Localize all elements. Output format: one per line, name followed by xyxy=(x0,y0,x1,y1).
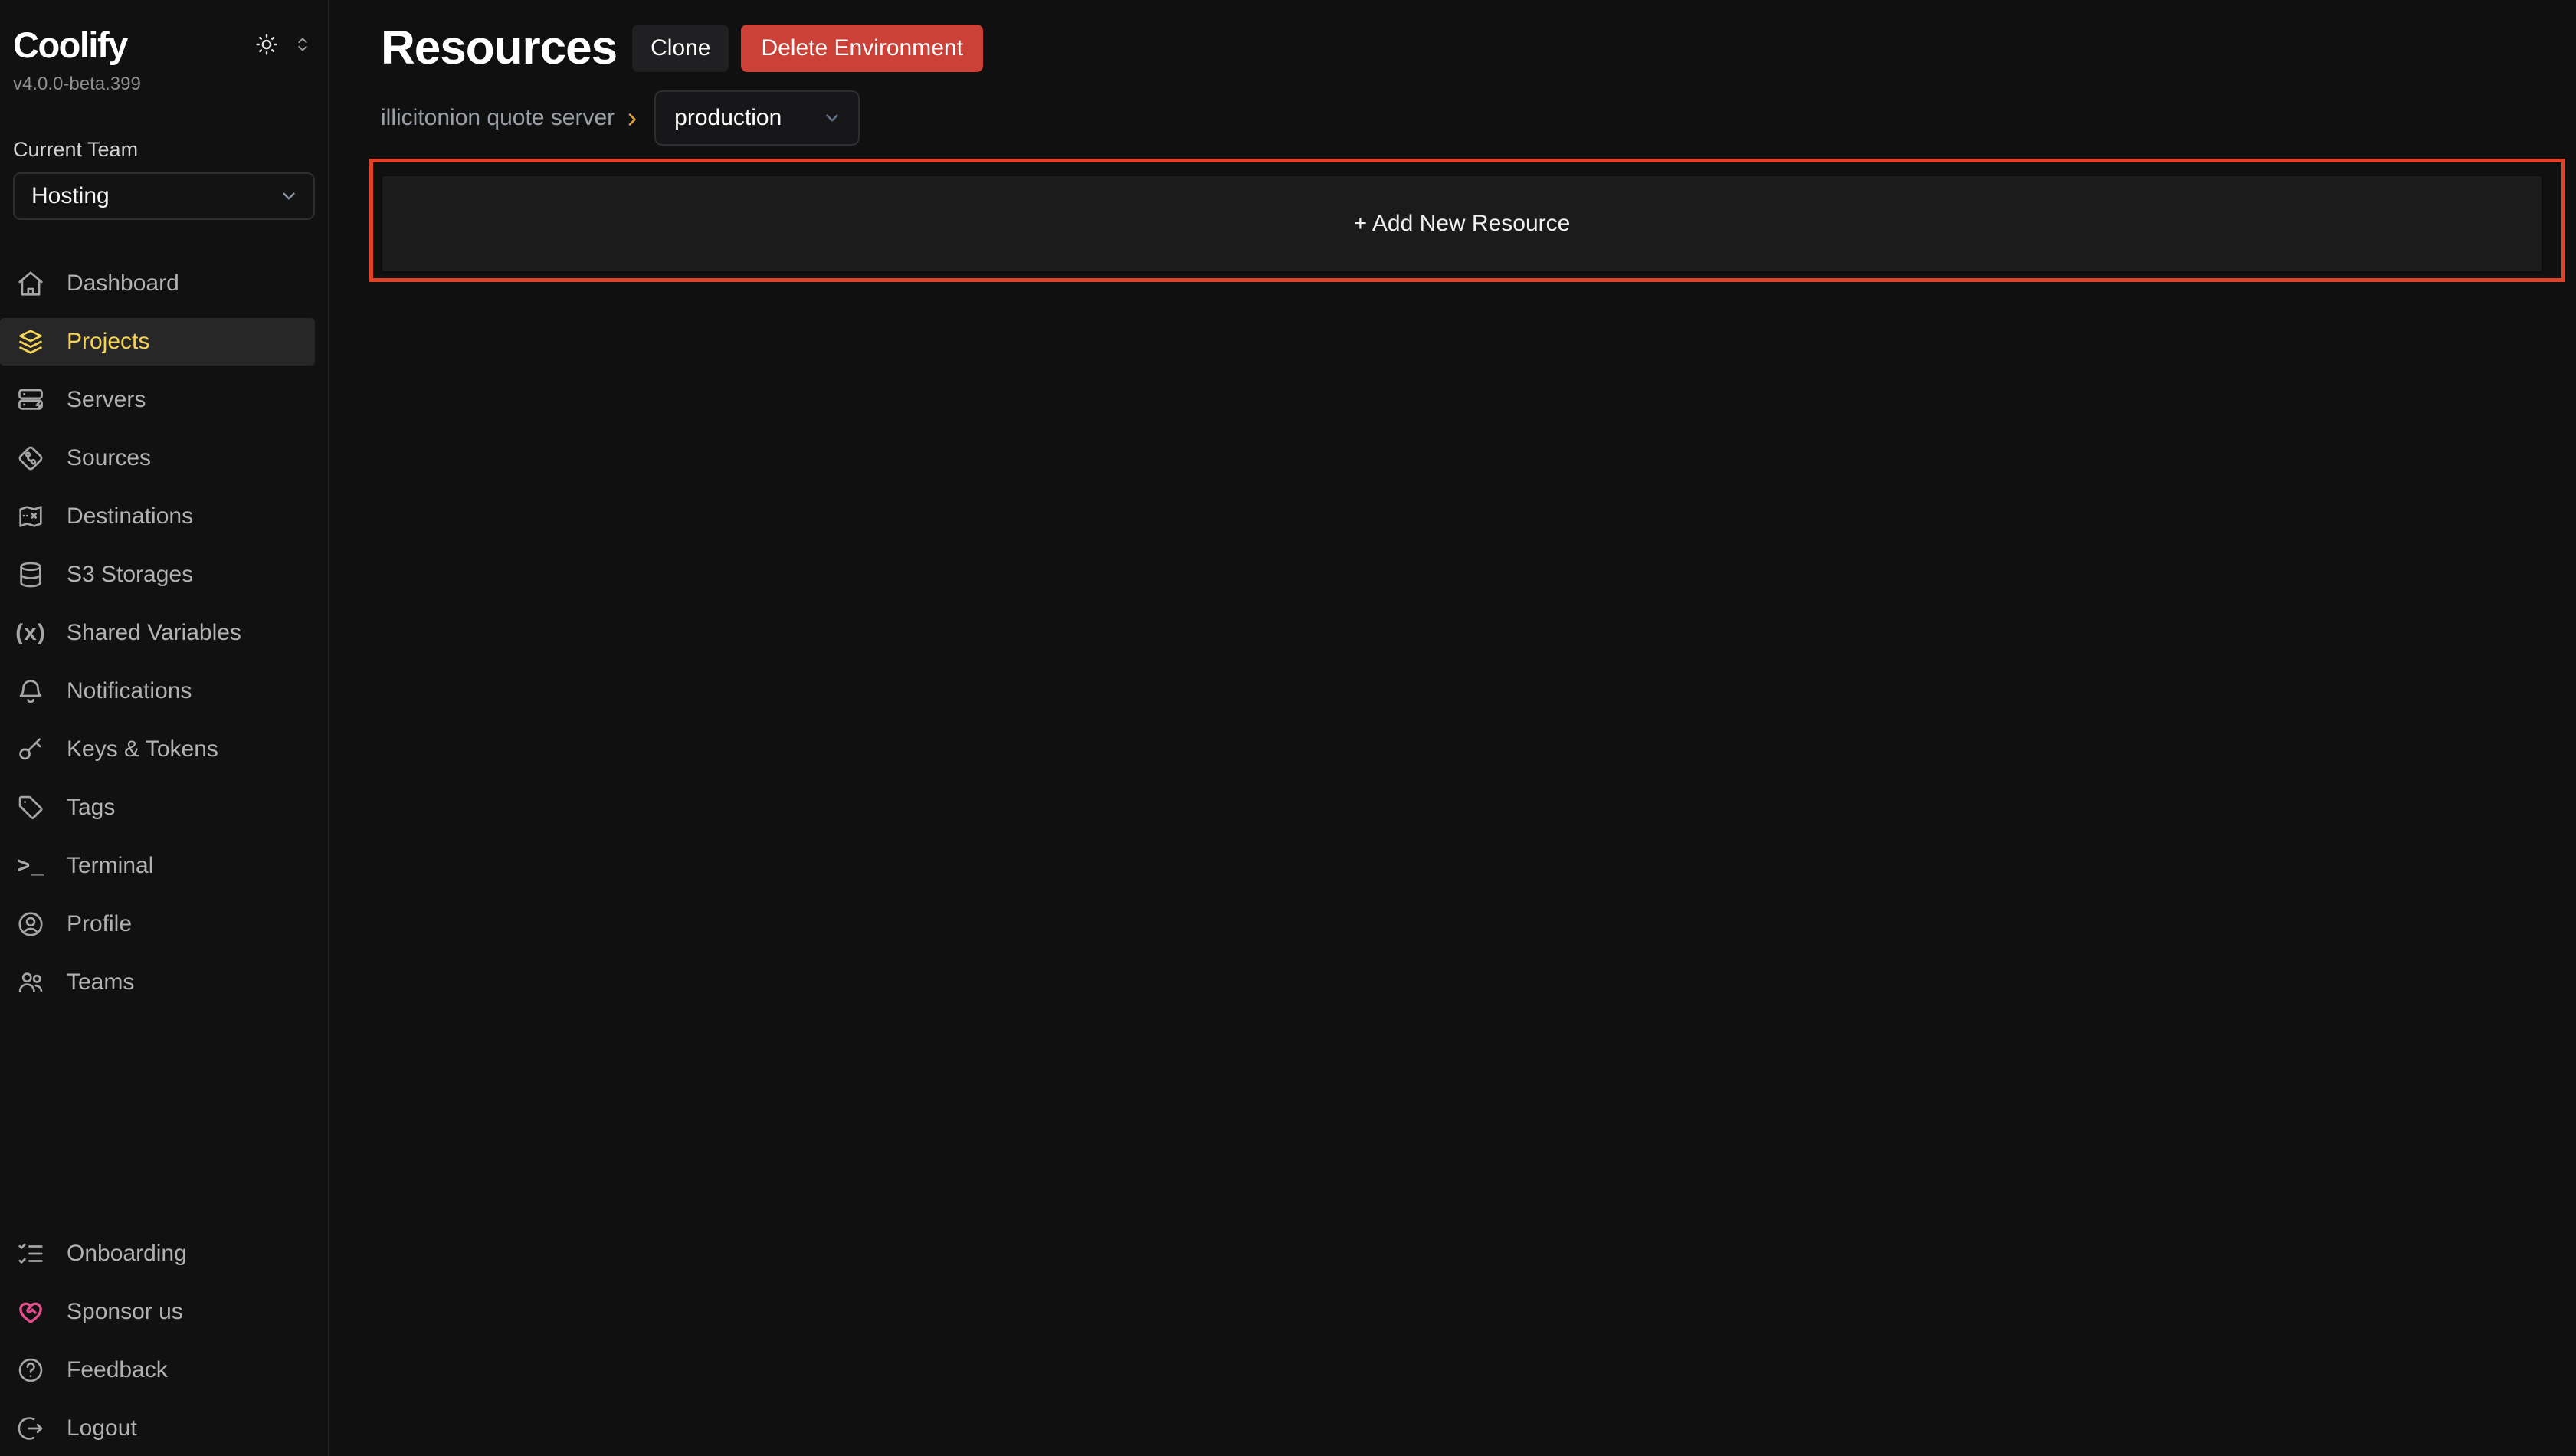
sidebar-item-label: Destinations xyxy=(67,503,193,530)
sidebar-item-label: Logout xyxy=(67,1415,137,1441)
sidebar-item-tags[interactable]: Tags xyxy=(0,784,315,831)
sidebar-item-label: S3 Storages xyxy=(67,562,193,588)
sidebar-item-keys-tokens[interactable]: Keys & Tokens xyxy=(0,726,315,773)
database-icon xyxy=(16,560,45,589)
user-circle-icon xyxy=(16,910,45,939)
sidebar-item-teams[interactable]: Teams xyxy=(0,959,315,1006)
clone-button[interactable]: Clone xyxy=(632,25,729,72)
bell-icon xyxy=(16,677,45,706)
chevron-down-icon xyxy=(821,107,843,129)
delete-environment-button[interactable]: Delete Environment xyxy=(741,25,982,72)
map-icon xyxy=(16,502,45,531)
environment-select[interactable]: production xyxy=(654,90,860,146)
sidebar-item-label: Sponsor us xyxy=(67,1299,183,1325)
app-logo[interactable]: Coolify xyxy=(13,24,127,66)
sidebar-item-terminal[interactable]: >_ Terminal xyxy=(0,842,315,890)
sidebar-item-label: Onboarding xyxy=(67,1241,187,1267)
sidebar-item-profile[interactable]: Profile xyxy=(0,900,315,948)
server-icon xyxy=(16,385,45,415)
page-title: Resources xyxy=(381,18,617,78)
sidebar-item-destinations[interactable]: Destinations xyxy=(0,493,315,540)
environment-select-value: production xyxy=(674,105,782,131)
current-team-label: Current Team xyxy=(0,138,328,162)
sidebar-item-s3-storages[interactable]: S3 Storages xyxy=(0,551,315,598)
theme-toggle-sun-icon[interactable] xyxy=(254,31,280,57)
breadcrumb: illicitonion quote server production xyxy=(381,90,2543,146)
sidebar-item-dashboard[interactable]: Dashboard xyxy=(0,260,315,307)
sidebar-item-logout[interactable]: Logout xyxy=(0,1405,315,1452)
sidebar-nav: Dashboard Projects Servers Sources Desti… xyxy=(0,260,328,1006)
home-icon xyxy=(16,269,45,298)
users-icon xyxy=(16,968,45,997)
sidebar-item-notifications[interactable]: Notifications xyxy=(0,667,315,715)
chevron-right-icon xyxy=(622,110,642,130)
sidebar-item-label: Teams xyxy=(67,969,134,995)
sidebar-item-label: Feedback xyxy=(67,1357,168,1383)
sidebar-item-label: Terminal xyxy=(67,853,153,879)
sidebar-item-feedback[interactable]: Feedback xyxy=(0,1346,315,1394)
sidebar-item-label: Profile xyxy=(67,911,132,937)
chevron-down-icon xyxy=(278,185,300,207)
heart-hands-icon xyxy=(16,1297,45,1326)
page-header: Resources Clone Delete Environment xyxy=(381,18,2543,78)
sidebar-item-label: Tags xyxy=(67,795,115,821)
app-version: v4.0.0-beta.399 xyxy=(0,74,328,95)
main-content: Resources Clone Delete Environment illic… xyxy=(329,0,2576,1456)
sidebar-item-label: Sources xyxy=(67,445,151,471)
terminal-icon: >_ xyxy=(16,851,45,880)
sidebar: Coolify v4.0.0-beta.399 Current Team Hos… xyxy=(0,0,329,1456)
sidebar-item-projects[interactable]: Projects xyxy=(0,318,315,366)
logout-icon xyxy=(16,1414,45,1443)
git-source-icon xyxy=(16,444,45,473)
chevrons-up-down-icon[interactable] xyxy=(292,34,313,55)
sidebar-item-servers[interactable]: Servers xyxy=(0,376,315,424)
sidebar-top-actions xyxy=(254,31,313,57)
sidebar-item-shared-variables[interactable]: (x) Shared Variables xyxy=(0,609,315,657)
sidebar-item-onboarding[interactable]: Onboarding xyxy=(0,1230,315,1277)
team-select-value: Hosting xyxy=(31,183,110,209)
sidebar-item-sponsor-us[interactable]: Sponsor us xyxy=(0,1288,315,1336)
tags-icon xyxy=(16,793,45,822)
key-icon xyxy=(16,735,45,764)
sidebar-item-label: Notifications xyxy=(67,678,192,704)
sidebar-item-label: Dashboard xyxy=(67,271,179,297)
help-circle-icon xyxy=(16,1356,45,1385)
checklist-icon xyxy=(16,1239,45,1268)
layers-icon xyxy=(16,327,45,356)
sidebar-item-label: Shared Variables xyxy=(67,620,241,646)
team-select[interactable]: Hosting xyxy=(13,172,315,220)
logo-row: Coolify xyxy=(0,23,328,66)
sidebar-item-label: Servers xyxy=(67,387,146,413)
add-new-resource-button[interactable]: + Add New Resource xyxy=(381,175,2543,273)
sidebar-item-sources[interactable]: Sources xyxy=(0,435,315,482)
sidebar-item-label: Projects xyxy=(67,329,149,355)
breadcrumb-project-link[interactable]: illicitonion quote server xyxy=(381,105,615,131)
sidebar-spacer xyxy=(0,1006,328,1230)
sidebar-footer-nav: Onboarding Sponsor us Feedback Logout xyxy=(0,1230,328,1452)
sidebar-item-label: Keys & Tokens xyxy=(67,736,218,762)
variables-icon: (x) xyxy=(16,618,45,648)
